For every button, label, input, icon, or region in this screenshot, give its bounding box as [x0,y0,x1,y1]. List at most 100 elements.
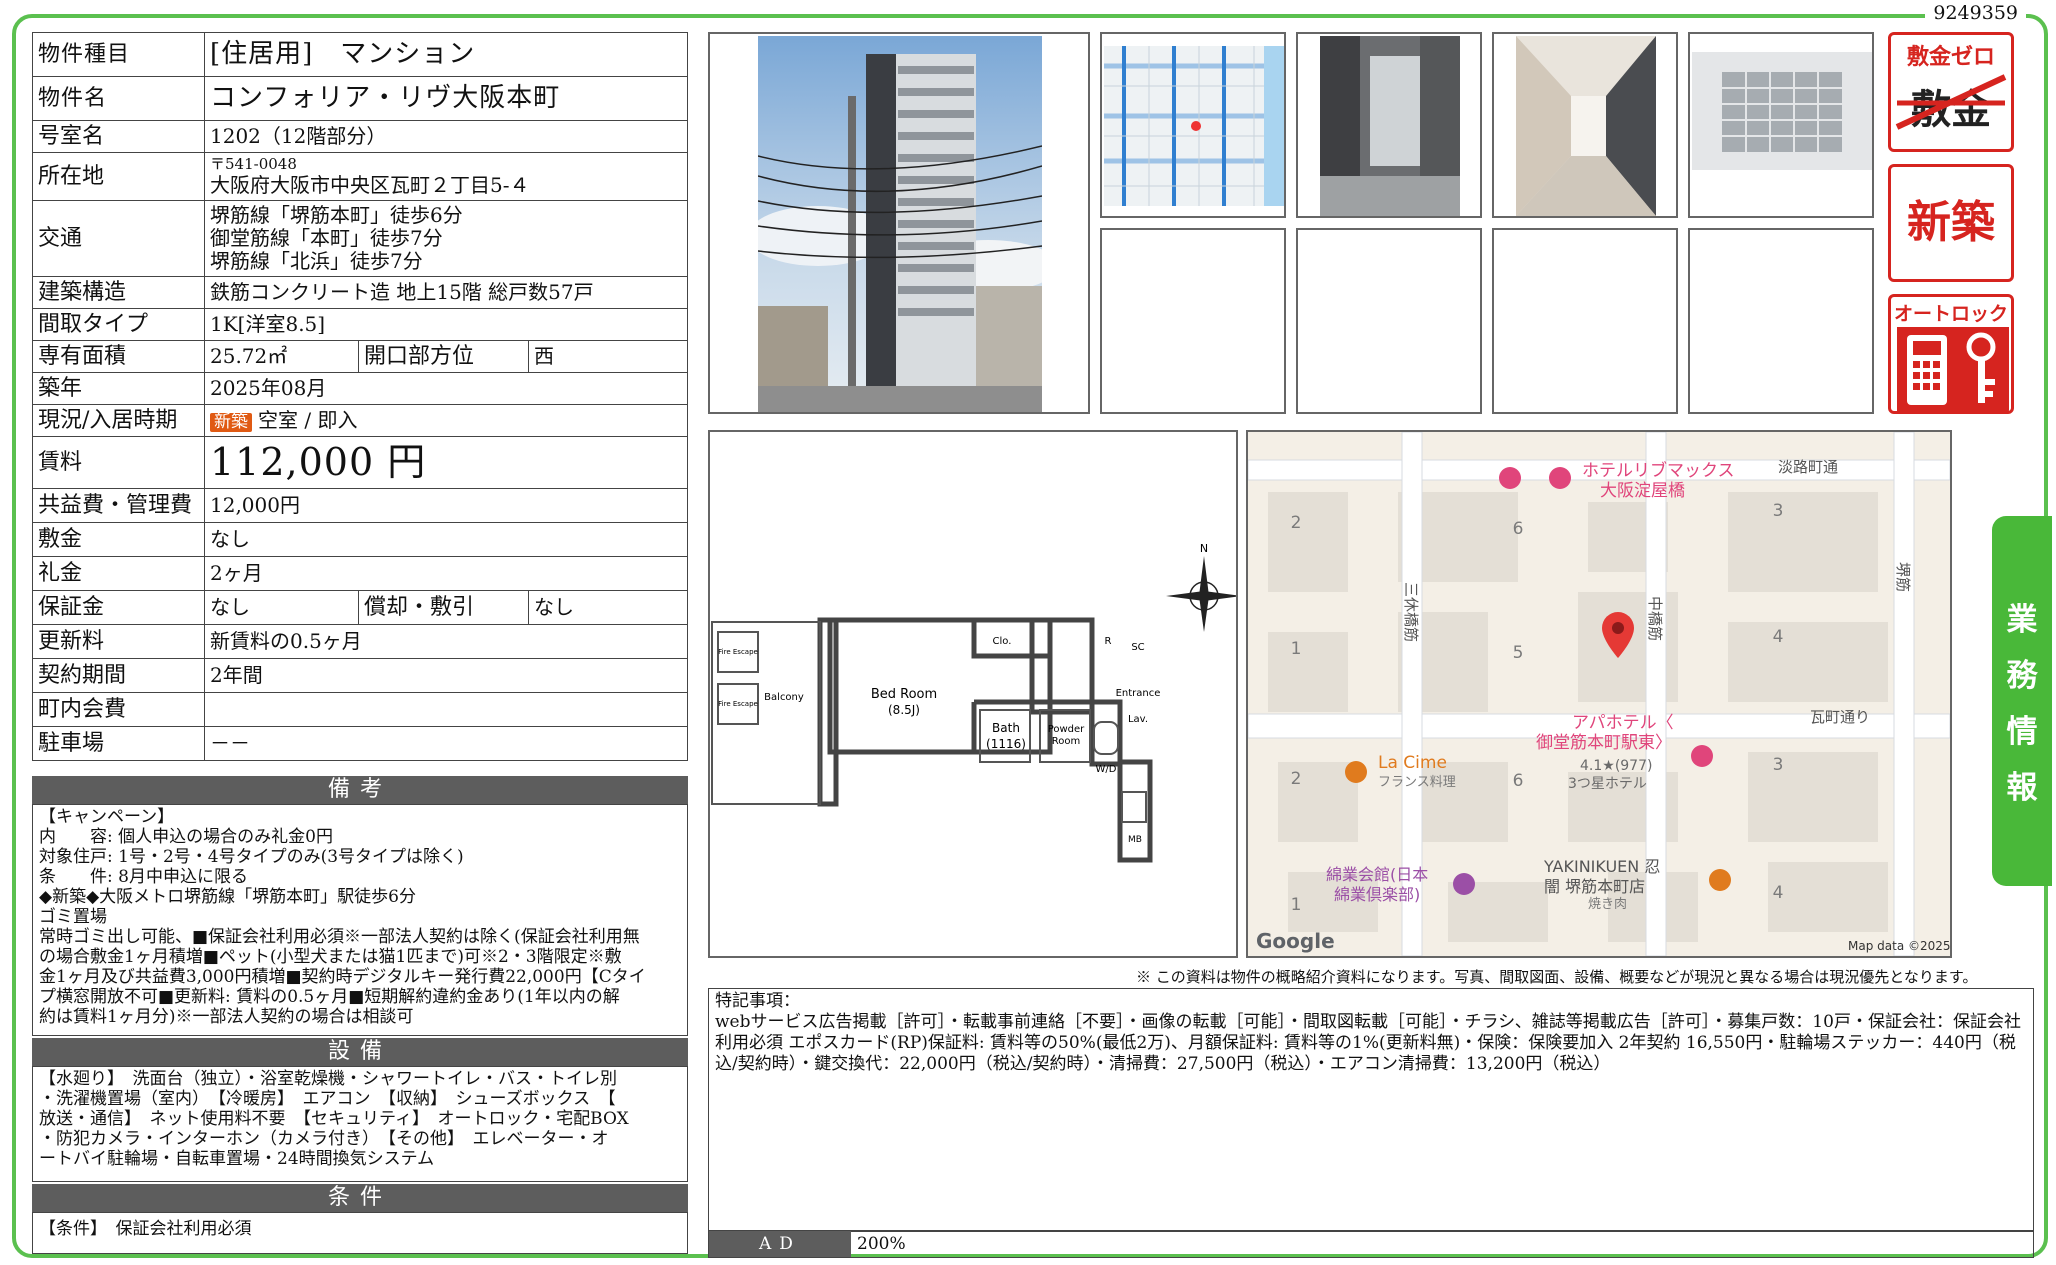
yakiniku-type: 焼き肉 [1588,897,1627,912]
remarks-line: 条 件: 8月中申込に限る [39,867,248,887]
apa-hotel-label: アパホテル〈 [1572,713,1674,733]
location-map[interactable]: 2 6 3 1 5 4 2 6 3 1 4 淡路町通 瓦町通り 三休橋筋 中橋筋… [1246,430,1952,958]
lav-label: Lav. [1128,714,1148,725]
hallway-photo-thumbnail[interactable] [1492,32,1678,218]
area-map-thumbnail[interactable] [1100,32,1286,218]
powder-room-label: Room [1052,736,1080,747]
block-number: 1 [1291,639,1302,659]
remarks-line: 常時ゴミ出し可能、■保証会社利用必須※一部法人契約は除く(保証会社利用無 [39,927,640,947]
equipment-line: ・防犯カメラ・インターホン（カメラ付き） 【その他】 エレベーター・オ [39,1129,609,1149]
remarks-line: ゴミ置場 [39,907,107,927]
bed-room-label: Bed Room [871,687,937,702]
layout-label: 間取タイプ [32,308,205,341]
rent-value: 112,000 円 [204,436,688,489]
bath-label: Bath [992,721,1020,735]
block-number: 5 [1513,643,1524,663]
fire-escape-label: Fire Escape [718,648,758,656]
fee-label: 共益費・管理費 [32,488,205,523]
la-cime-label: La Cime [1378,753,1447,773]
renewal-value: 新賃料の0.5ヶ月 [204,624,688,659]
document-id: 9249359 [1925,2,2026,24]
structure-label: 建築構造 [32,276,205,309]
special-notes-title: 特記事項： [715,991,800,1011]
guarantee-label: 保証金 [32,590,205,625]
mb-label: MB [1128,835,1142,845]
layout-value: 1K[洋室8.5] [204,308,688,341]
transit-line: 堺筋線「北浜」徒歩7分 [210,249,423,273]
floorplan-frame[interactable]: N Bed Room (8.5J) Balcony Bath (1116) Po… [708,430,1238,958]
address-value: 大阪府大阪市中央区瓦町２丁目5-４ [210,172,530,197]
equipment-header: 設備 [32,1038,688,1066]
block-number: 4 [1773,883,1784,903]
street-sanpo: 三休橋筋 [1402,582,1420,642]
compass-icon: N [1166,542,1236,632]
empty-thumbnail [1100,228,1286,414]
hotel-pin-icon [1499,467,1521,489]
room-value: 1202（12階部分） [204,120,688,153]
map-drawing: 2 6 3 1 5 4 2 6 3 1 4 淡路町通 瓦町通り 三休橋筋 中橋筋… [1248,432,1950,956]
contract-label: 契約期間 [32,658,205,693]
crossed-deposit-text: 敷金 [1891,74,2011,135]
closet-label: Clo. [993,636,1012,647]
remarks-box: 【キャンペーン】 内 容: 個人申込の場合のみ礼金0円 対象住戸: 1号・2号・… [32,804,688,1036]
new-build-stamp: 新築 [1888,164,2014,282]
built-value: 2025年08月 [204,372,688,405]
entrance-photo-thumbnail[interactable] [1296,32,1482,218]
exterior-photo-frame[interactable] [708,32,1090,414]
restaurant-pin-icon [1709,869,1731,891]
tab-char: 報 [2006,770,2038,806]
conditions-header: 条件 [32,1184,688,1212]
area-map-image [1104,46,1284,206]
zero-deposit-title: 敷金ゼロ [1906,45,1995,70]
hotel-pin-icon [1549,467,1571,489]
transit-line: 堺筋線「堺筋本町」徒歩6分 [210,203,463,227]
postal-code: 〒541-0048 [210,155,297,174]
hotel-livemax-branch: 大阪淀屋橋 [1600,481,1685,501]
conditions-line: 【条件】 保証会社利用必須 [39,1219,252,1239]
block-number: 2 [1291,769,1302,789]
apa-hotel-branch: 御堂筋本町駅東〉 [1536,733,1672,753]
ad-value: 200% [857,1234,906,1254]
name-value: コンフォリア・リヴ大阪本町 [204,76,688,121]
mailbox-photo-thumbnail[interactable] [1688,32,1874,218]
street-awaji: 淡路町通 [1778,458,1838,476]
equipment-line: ・洗濯機置場（室内） 【冷暖房】 エアコン 【収納】 シューズボックス 【 [39,1089,616,1109]
balcony-label: Balcony [764,692,804,703]
amort-label: 償却・敷引 [358,590,529,625]
empty-thumbnail [1492,228,1678,414]
contract-value: 2年間 [204,658,688,693]
entrance-label: Entrance [1116,688,1161,699]
new-build-badge: 新築 [210,412,252,433]
block-number: 4 [1773,627,1784,647]
deposit-label: 敷金 [32,522,205,557]
remarks-line: プ横窓開放不可■更新料: 賃料の0.5ヶ月■短期解約違約金あり(1年以内の解 [39,987,620,1007]
street-kawara: 瓦町通り [1810,708,1870,726]
transit-label: 交通 [32,200,205,277]
map-data-attribution: Map data ©2025 [1848,939,1950,953]
tab-char: 情 [2006,714,2038,750]
guarantee-value: なし [204,590,359,625]
street-sakai: 堺筋 [1894,562,1912,592]
equipment-line: 【水廻り】 洗面台（独立）・浴室乾燥機・シャワートイレ・バス・トイレ別 [39,1069,617,1089]
fire-escape-label: Fire Escape [718,700,758,708]
block-number: 2 [1291,513,1302,533]
special-notes-body: webサービス広告掲載［許可］・転載事前連絡［不要］・画像の転載［可能］・間取図… [715,1012,2021,1074]
apa-class: 3つ星ホテル [1568,776,1647,792]
type-label: 物件種目 [32,32,205,77]
address-cell: 〒541-0048 大阪府大阪市中央区瓦町２丁目5-４ [204,152,688,201]
remarks-header: 備考 [32,776,688,804]
business-info-tab[interactable]: 業 務 情 報 [1992,516,2052,886]
remarks-line: の場合敷金1ヶ月積増■ペット(小型犬または猫1匹まで)可※2・3階限定※敷 [39,947,622,967]
type-value: [住居用] マンション [204,32,688,77]
address-label: 所在地 [32,152,205,201]
powder-label: Powder [1048,724,1085,735]
restaurant-pin-icon [1345,761,1367,783]
structure-value: 鉄筋コンクリート造 地上15階 総戸数57戸 [204,276,688,309]
hallway-photo [1516,36,1656,216]
menkai-label-2: 綿業倶楽部) [1334,885,1420,904]
parking-value: －－ [204,726,688,761]
zero-deposit-badge: 敷金ゼロ 敷金 [1888,32,2014,152]
remarks-line: 内 容: 個人申込の場合のみ礼金0円 [39,827,333,847]
room-label: 号室名 [32,120,205,153]
remarks-line: 【キャンペーン】 [39,807,175,827]
